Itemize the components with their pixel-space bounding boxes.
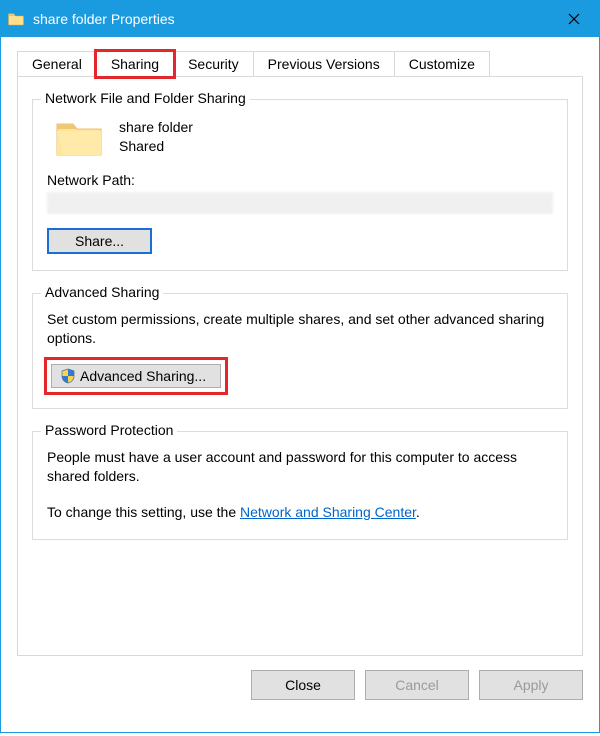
close-window-button[interactable]	[551, 1, 597, 37]
folder-info: share folder Shared	[119, 118, 193, 156]
group-label-advanced-sharing: Advanced Sharing	[41, 284, 163, 300]
password-protection-text2: To change this setting, use the Network …	[47, 503, 553, 523]
network-path-value	[47, 192, 553, 214]
network-path-label: Network Path:	[47, 172, 553, 188]
pw-line2-prefix: To change this setting, use the	[47, 504, 240, 520]
tab-previous-versions[interactable]: Previous Versions	[253, 51, 395, 76]
share-button[interactable]: Share...	[47, 228, 152, 254]
folder-name: share folder	[119, 118, 193, 137]
cancel-button: Cancel	[365, 670, 469, 700]
group-advanced-sharing: Advanced Sharing Set custom permissions,…	[32, 293, 568, 409]
tab-panel-sharing: Network File and Folder Sharing share fo…	[17, 76, 583, 656]
advanced-sharing-button[interactable]: Advanced Sharing...	[51, 364, 221, 388]
advanced-sharing-description: Set custom permissions, create multiple …	[47, 310, 553, 348]
group-label-password-protection: Password Protection	[41, 422, 177, 438]
tab-customize[interactable]: Customize	[394, 51, 490, 76]
network-sharing-center-link[interactable]: Network and Sharing Center	[240, 504, 416, 520]
window-title: share folder Properties	[33, 11, 551, 27]
tab-security[interactable]: Security	[173, 51, 254, 76]
pw-line2-suffix: .	[416, 504, 420, 520]
tabs-row: General Sharing Security Previous Versio…	[17, 51, 583, 76]
dialog-footer: Close Cancel Apply	[1, 656, 599, 714]
apply-button: Apply	[479, 670, 583, 700]
advanced-sharing-highlight: Advanced Sharing...	[47, 360, 225, 392]
tab-general[interactable]: General	[17, 51, 97, 76]
group-network-sharing: Network File and Folder Sharing share fo…	[32, 99, 568, 271]
password-protection-text1: People must have a user account and pass…	[47, 448, 553, 487]
shield-icon	[60, 368, 76, 384]
group-password-protection: Password Protection People must have a u…	[32, 431, 568, 540]
folder-icon	[7, 10, 25, 28]
close-button[interactable]: Close	[251, 670, 355, 700]
folder-shared-status: Shared	[119, 137, 193, 156]
advanced-sharing-button-label: Advanced Sharing...	[80, 368, 206, 384]
group-label-network-sharing: Network File and Folder Sharing	[41, 90, 250, 106]
folder-large-icon	[55, 118, 103, 158]
titlebar: share folder Properties	[1, 1, 599, 37]
tab-sharing[interactable]: Sharing	[96, 51, 174, 77]
